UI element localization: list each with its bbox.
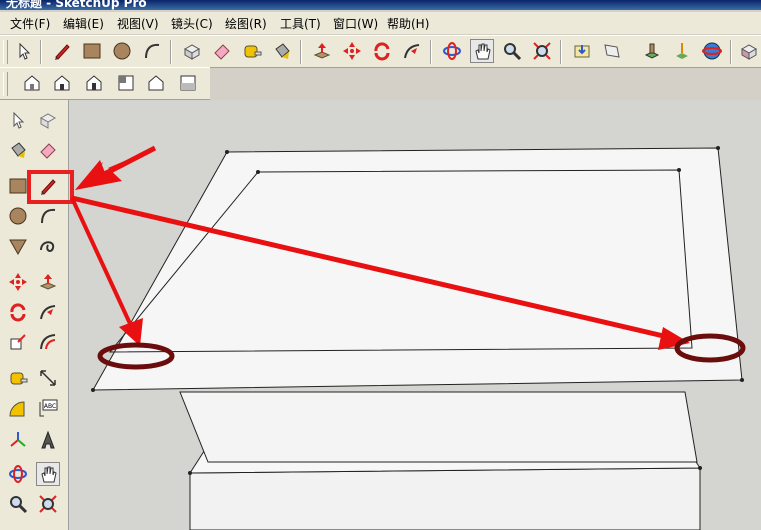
- get-models-icon[interactable]: [570, 39, 594, 63]
- 3d-text-icon[interactable]: [36, 428, 60, 452]
- zoom-extents-icon[interactable]: [530, 39, 554, 63]
- left-view-icon[interactable]: [176, 71, 200, 95]
- push-pull-icon[interactable]: [36, 270, 60, 294]
- tape-measure-icon[interactable]: [240, 39, 264, 63]
- component-icon[interactable]: [737, 39, 761, 63]
- dimension-icon[interactable]: [36, 366, 60, 390]
- window-title: 无标题 - SketchUp Pro: [6, 0, 147, 10]
- menu-edit[interactable]: 编辑(E): [63, 15, 104, 32]
- move-icon[interactable]: [6, 270, 30, 294]
- front-view-icon[interactable]: [82, 71, 106, 95]
- menu-window[interactable]: 窗口(W): [333, 15, 378, 32]
- eraser-icon[interactable]: [210, 39, 234, 63]
- push-pull-icon[interactable]: [310, 39, 334, 63]
- arc-icon[interactable]: [36, 204, 60, 228]
- axes-icon[interactable]: [6, 428, 30, 452]
- move-icon[interactable]: [340, 39, 364, 63]
- menu-tools[interactable]: 工具(T): [280, 15, 321, 32]
- left-toolbar: ABC: [0, 100, 69, 530]
- follow-me-icon[interactable]: [36, 300, 60, 324]
- title-bar: 无标题 - SketchUp Pro: [0, 0, 761, 10]
- make-component-icon[interactable]: [180, 39, 204, 63]
- zoom-extents-icon[interactable]: [36, 492, 60, 516]
- component-icon[interactable]: [36, 108, 60, 132]
- menu-camera[interactable]: 镜头(C): [171, 15, 213, 32]
- follow-me-icon[interactable]: [400, 39, 424, 63]
- pan-icon[interactable]: [36, 462, 60, 486]
- select-icon[interactable]: [12, 39, 36, 63]
- menu-draw[interactable]: 绘图(R): [225, 15, 267, 32]
- pan-icon[interactable]: [470, 39, 494, 63]
- paint-bucket-icon[interactable]: [270, 39, 294, 63]
- share-model-icon[interactable]: [600, 39, 624, 63]
- top-view-icon[interactable]: [50, 71, 74, 95]
- google-earth-icon[interactable]: [700, 39, 724, 63]
- polygon-icon[interactable]: [6, 234, 30, 258]
- paint-bucket-icon[interactable]: [6, 138, 30, 162]
- text-icon[interactable]: ABC: [36, 396, 60, 420]
- rectangle-icon[interactable]: [6, 174, 30, 198]
- text-icon-label: ABC: [44, 403, 56, 410]
- rotate-icon[interactable]: [370, 39, 394, 63]
- iso-view-icon[interactable]: [20, 71, 44, 95]
- main-toolbar: [0, 35, 761, 68]
- pencil-icon[interactable]: [50, 39, 74, 63]
- menu-view[interactable]: 视图(V): [117, 15, 159, 32]
- rectangle-icon[interactable]: [80, 39, 104, 63]
- zoom-icon[interactable]: [6, 492, 30, 516]
- menu-help[interactable]: 帮助(H): [387, 15, 429, 32]
- tape-measure-icon[interactable]: [6, 366, 30, 390]
- place-model-icon[interactable]: [640, 39, 664, 63]
- protractor-icon[interactable]: [6, 396, 30, 420]
- menu-file[interactable]: 文件(F): [10, 15, 50, 32]
- zoom-icon[interactable]: [500, 39, 524, 63]
- rotate-icon[interactable]: [6, 300, 30, 324]
- toolbar-grip[interactable]: [3, 40, 8, 64]
- arc-icon[interactable]: [140, 39, 164, 63]
- offset-icon[interactable]: [36, 330, 60, 354]
- back-view-icon[interactable]: [144, 71, 168, 95]
- freehand-icon[interactable]: [36, 234, 60, 258]
- circle-icon[interactable]: [110, 39, 134, 63]
- toolbar-grip[interactable]: [3, 72, 8, 96]
- eraser-icon[interactable]: [36, 138, 60, 162]
- add-location-icon[interactable]: [670, 39, 694, 63]
- right-view-icon[interactable]: [114, 71, 138, 95]
- select-icon[interactable]: [6, 108, 30, 132]
- menu-bar: 文件(F) 编辑(E) 视图(V) 镜头(C) 绘图(R) 工具(T) 窗口(W…: [0, 12, 761, 34]
- drawing-viewport[interactable]: [69, 100, 761, 530]
- views-toolbar: [0, 67, 210, 100]
- pencil-icon[interactable]: [36, 174, 60, 198]
- circle-icon[interactable]: [6, 204, 30, 228]
- orbit-icon[interactable]: [440, 39, 464, 63]
- orbit-icon[interactable]: [6, 462, 30, 486]
- scale-icon[interactable]: [6, 330, 30, 354]
